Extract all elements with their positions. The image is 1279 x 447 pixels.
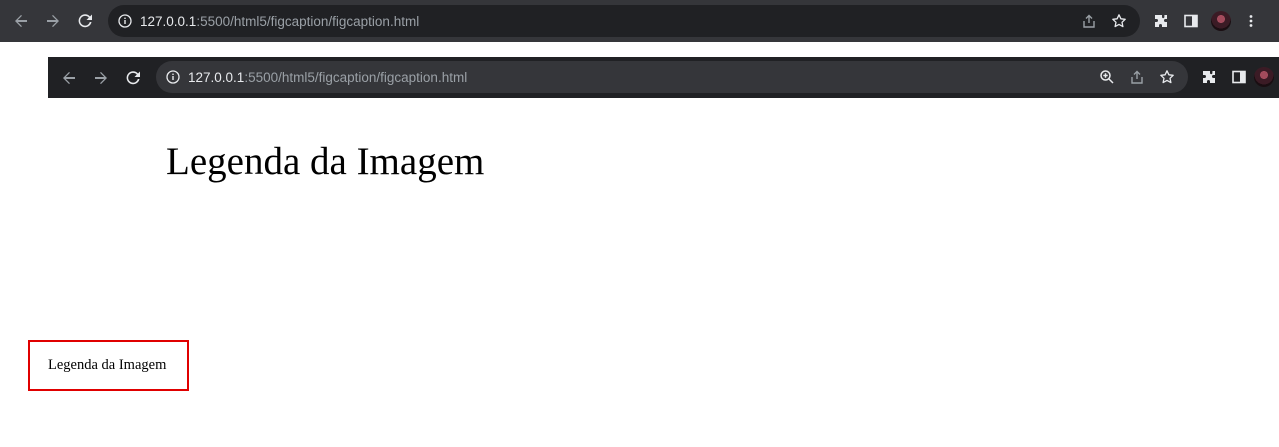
reload-icon	[126, 70, 140, 84]
inner-forward-button[interactable]	[85, 62, 117, 94]
inner-url-host: 127.0.0.1	[188, 69, 245, 85]
arrow-left-icon	[63, 71, 75, 84]
forward-button[interactable]	[37, 5, 69, 37]
inner-address-bar[interactable]: 127.0.0.1:5500/html5/figcaption/figcapti…	[156, 61, 1188, 93]
share-icon	[1083, 14, 1095, 28]
arrow-right-icon	[47, 15, 59, 27]
inner-back-button[interactable]	[53, 62, 85, 94]
inner-reload-button[interactable]	[117, 62, 149, 94]
reload-icon	[78, 14, 92, 28]
inner-extensions-button[interactable]	[1194, 61, 1224, 93]
inner-share-button[interactable]	[1122, 61, 1152, 93]
kebab-menu-icon	[1249, 15, 1253, 27]
arrow-left-icon	[15, 15, 27, 27]
address-bar[interactable]: 127.0.0.1:5500/html5/figcaption/figcapti…	[108, 5, 1140, 37]
share-icon	[1131, 70, 1143, 84]
inner-profile-button[interactable]	[1254, 61, 1278, 93]
inner-zoom-button[interactable]	[1092, 61, 1122, 93]
arrow-right-icon	[95, 71, 107, 84]
inner-url-path: :5500/html5/figcaption/figcaption.html	[244, 69, 468, 85]
url-text: 127.0.0.1:5500/html5/figcaption/figcapti…	[140, 14, 419, 29]
outer-browser-toolbar: 127.0.0.1:5500/html5/figcaption/figcapti…	[0, 0, 1279, 42]
info-icon[interactable]	[166, 70, 180, 84]
inner-browser-toolbar: 127.0.0.1:5500/html5/figcaption/figcapti…	[48, 57, 1279, 98]
profile-button[interactable]	[1206, 5, 1236, 37]
menu-button[interactable]	[1236, 5, 1266, 37]
avatar	[1211, 11, 1231, 31]
figcaption-text: Legenda da Imagem	[48, 357, 167, 373]
figcaption-highlight: Legenda da Imagem	[28, 340, 189, 391]
inner-side-panel-button[interactable]	[1224, 61, 1254, 93]
puzzle-icon	[1203, 71, 1215, 83]
info-icon[interactable]	[118, 14, 132, 28]
avatar	[1254, 67, 1274, 87]
inner-bookmark-button[interactable]	[1152, 61, 1182, 93]
extensions-button[interactable]	[1146, 5, 1176, 37]
side-panel-icon	[1184, 14, 1198, 28]
star-icon	[1160, 70, 1174, 84]
zoom-in-icon	[1100, 70, 1114, 84]
star-icon	[1112, 14, 1126, 28]
puzzle-icon	[1155, 15, 1167, 27]
back-button[interactable]	[5, 5, 37, 37]
url-path: :5500/html5/figcaption/figcaption.html	[196, 13, 420, 29]
url-host: 127.0.0.1	[140, 13, 197, 29]
inner-url-text: 127.0.0.1:5500/html5/figcaption/figcapti…	[188, 70, 467, 85]
share-button[interactable]	[1074, 5, 1104, 37]
page-heading: Legenda da Imagem	[166, 140, 485, 183]
side-panel-button[interactable]	[1176, 5, 1206, 37]
side-panel-icon	[1232, 70, 1246, 84]
reload-button[interactable]	[69, 5, 101, 37]
bookmark-button[interactable]	[1104, 5, 1134, 37]
